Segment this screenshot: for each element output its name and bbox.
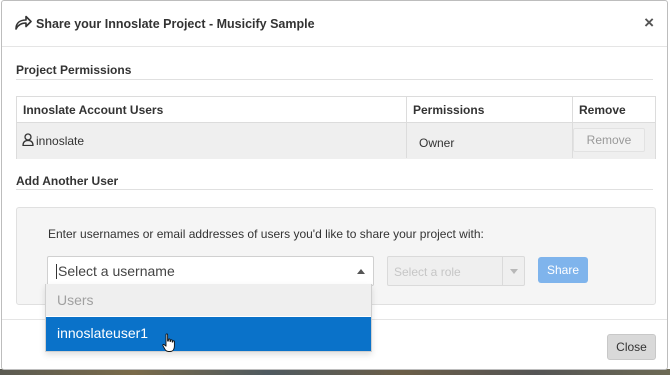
permission-value: Owner bbox=[419, 136, 455, 150]
username-placeholder: Select a username bbox=[58, 263, 175, 279]
share-button[interactable]: Share bbox=[538, 257, 588, 283]
close-button[interactable]: Close bbox=[607, 334, 656, 360]
username-dropdown: Users innoslateuser1 bbox=[45, 284, 372, 352]
share-instructions: Enter usernames or email addresses of us… bbox=[48, 227, 484, 241]
section-divider bbox=[16, 79, 653, 80]
column-header-remove: Remove bbox=[579, 103, 626, 117]
section-divider bbox=[16, 189, 653, 190]
column-divider bbox=[572, 97, 573, 158]
role-select[interactable]: Select a role bbox=[387, 256, 525, 286]
add-another-user-heading: Add Another User bbox=[16, 174, 119, 188]
role-dropdown-toggle[interactable] bbox=[502, 257, 524, 285]
role-placeholder: Select a role bbox=[394, 265, 461, 279]
dialog-title: Share your Innoslate Project - Musicify … bbox=[36, 17, 315, 31]
close-icon[interactable]: × bbox=[644, 14, 654, 32]
dropdown-group-label: Users bbox=[57, 292, 94, 308]
dropdown-option[interactable]: innoslateuser1 bbox=[46, 317, 371, 352]
chevron-up-icon[interactable] bbox=[357, 269, 365, 274]
dropdown-option-label: innoslateuser1 bbox=[57, 325, 149, 341]
chevron-down-icon bbox=[510, 269, 518, 274]
share-icon bbox=[15, 15, 32, 30]
dialog-header: Share your Innoslate Project - Musicify … bbox=[2, 1, 667, 47]
table-header: Innoslate Account Users Permissions Remo… bbox=[17, 97, 655, 123]
dropdown-group-header: Users bbox=[46, 284, 371, 316]
text-caret bbox=[56, 264, 57, 279]
hand-pointer-icon bbox=[162, 333, 175, 352]
column-header-users: Innoslate Account Users bbox=[23, 103, 164, 117]
column-header-permissions: Permissions bbox=[413, 103, 485, 117]
project-permissions-heading: Project Permissions bbox=[16, 63, 132, 77]
table-row: innoslate Owner Remove bbox=[17, 123, 655, 159]
username-select[interactable]: Select a username bbox=[47, 256, 374, 286]
user-name: innoslate bbox=[36, 134, 85, 148]
user-icon bbox=[22, 133, 34, 146]
remove-button[interactable]: Remove bbox=[573, 128, 645, 152]
permissions-table: Innoslate Account Users Permissions Remo… bbox=[16, 96, 656, 159]
column-divider bbox=[406, 97, 407, 158]
